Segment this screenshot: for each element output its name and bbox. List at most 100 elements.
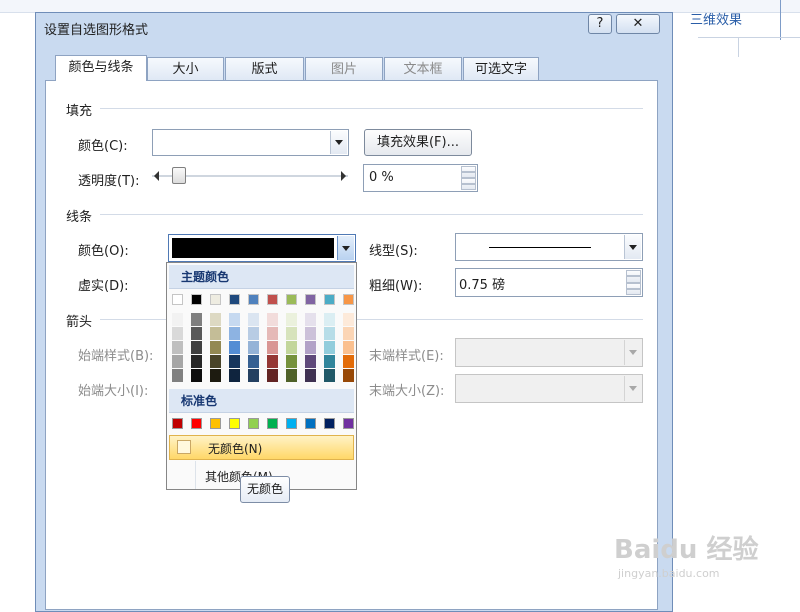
standard-color-swatch[interactable] xyxy=(305,418,316,429)
theme-shade-swatch[interactable] xyxy=(324,313,335,326)
theme-shade-swatch[interactable] xyxy=(248,313,259,326)
standard-color-swatch[interactable] xyxy=(210,418,221,429)
theme-shade-swatch[interactable] xyxy=(286,327,297,340)
theme-color-swatch[interactable] xyxy=(191,294,202,305)
theme-shade-swatch[interactable] xyxy=(210,313,221,326)
spin-up-icon[interactable] xyxy=(626,270,641,283)
theme-shade-swatch[interactable] xyxy=(172,327,183,340)
theme-shade-swatch[interactable] xyxy=(229,327,240,340)
standard-color-swatch[interactable] xyxy=(172,418,183,429)
standard-color-swatch[interactable] xyxy=(343,418,354,429)
standard-color-swatch[interactable] xyxy=(248,418,259,429)
theme-shade-swatch[interactable] xyxy=(172,355,183,368)
line-style-label: 线型(S): xyxy=(369,244,418,259)
theme-shade-swatch[interactable] xyxy=(343,327,354,340)
theme-shade-swatch[interactable] xyxy=(305,313,316,326)
theme-shade-swatch[interactable] xyxy=(343,369,354,382)
weight-spinner[interactable]: 0.75 磅 xyxy=(455,268,643,297)
theme-shade-swatch[interactable] xyxy=(210,369,221,382)
tab-colors-and-lines[interactable]: 颜色与线条 xyxy=(55,55,147,81)
theme-shade-swatch[interactable] xyxy=(191,341,202,354)
theme-shade-swatch[interactable] xyxy=(172,341,183,354)
theme-shade-swatch[interactable] xyxy=(267,313,278,326)
slider-thumb[interactable] xyxy=(172,167,186,184)
theme-shade-swatch[interactable] xyxy=(343,355,354,368)
chevron-down-icon[interactable] xyxy=(624,235,641,259)
theme-color-swatch[interactable] xyxy=(343,294,354,305)
theme-shade-swatch[interactable] xyxy=(191,355,202,368)
theme-shade-swatch[interactable] xyxy=(210,341,221,354)
theme-color-swatch[interactable] xyxy=(267,294,278,305)
theme-shade-swatch[interactable] xyxy=(267,341,278,354)
theme-shade-swatch[interactable] xyxy=(248,327,259,340)
spin-up-icon[interactable] xyxy=(461,166,476,178)
theme-color-swatch[interactable] xyxy=(172,294,183,305)
slider-left-arrow-icon[interactable] xyxy=(154,171,159,181)
theme-shade-swatch[interactable] xyxy=(324,327,335,340)
tab-layout[interactable]: 版式 xyxy=(225,57,304,82)
theme-shade-swatch[interactable] xyxy=(324,369,335,382)
theme-shade-swatch[interactable] xyxy=(210,327,221,340)
theme-shade-swatch[interactable] xyxy=(324,355,335,368)
theme-shade-swatch[interactable] xyxy=(229,313,240,326)
theme-color-swatch[interactable] xyxy=(229,294,240,305)
tab-alt-text[interactable]: 可选文字 xyxy=(463,57,539,82)
theme-color-swatch[interactable] xyxy=(305,294,316,305)
fill-color-dropdown[interactable] xyxy=(152,129,349,156)
chevron-down-icon[interactable] xyxy=(330,131,347,154)
transparency-spinner[interactable]: 0 % xyxy=(363,164,478,192)
theme-shade-swatch[interactable] xyxy=(343,313,354,326)
fill-effects-button[interactable]: 填充效果(F)... xyxy=(364,129,472,156)
theme-shade-swatch[interactable] xyxy=(229,369,240,382)
close-button[interactable]: ✕ xyxy=(616,14,660,34)
theme-color-swatch[interactable] xyxy=(210,294,221,305)
theme-shade-swatch[interactable] xyxy=(343,341,354,354)
theme-shade-swatch[interactable] xyxy=(229,355,240,368)
line-style-dropdown[interactable] xyxy=(455,233,643,261)
theme-color-swatch[interactable] xyxy=(286,294,297,305)
theme-shade-swatch[interactable] xyxy=(172,369,183,382)
standard-color-swatch[interactable] xyxy=(286,418,297,429)
standard-color-swatch[interactable] xyxy=(191,418,202,429)
theme-shade-swatch[interactable] xyxy=(286,355,297,368)
theme-shade-swatch[interactable] xyxy=(286,369,297,382)
theme-shade-swatch[interactable] xyxy=(286,341,297,354)
theme-shade-swatch[interactable] xyxy=(267,355,278,368)
theme-shade-swatch[interactable] xyxy=(191,313,202,326)
theme-shade-swatch[interactable] xyxy=(248,341,259,354)
theme-shade-swatch[interactable] xyxy=(305,369,316,382)
theme-shade-swatch[interactable] xyxy=(191,327,202,340)
theme-shade-swatch[interactable] xyxy=(324,341,335,354)
theme-shade-swatch[interactable] xyxy=(229,341,240,354)
theme-color-swatch[interactable] xyxy=(324,294,335,305)
theme-shade-swatch[interactable] xyxy=(248,369,259,382)
spin-down-icon[interactable] xyxy=(626,282,641,295)
fill-divider xyxy=(100,108,643,109)
theme-shade-swatch[interactable] xyxy=(305,355,316,368)
no-color-tooltip: 无颜色 xyxy=(240,476,290,503)
theme-shade-swatch[interactable] xyxy=(191,369,202,382)
theme-shade-swatch[interactable] xyxy=(248,355,259,368)
line-color-dropdown[interactable] xyxy=(168,234,356,262)
standard-color-swatch[interactable] xyxy=(229,418,240,429)
standard-color-swatch[interactable] xyxy=(267,418,278,429)
theme-shade-swatch[interactable] xyxy=(305,327,316,340)
theme-color-swatch[interactable] xyxy=(248,294,259,305)
spin-down-icon[interactable] xyxy=(461,178,476,190)
theme-shade-swatch[interactable] xyxy=(305,341,316,354)
tab-3d-effects[interactable]: 三维效果 xyxy=(690,10,780,32)
theme-shade-swatch[interactable] xyxy=(286,313,297,326)
transparency-slider[interactable] xyxy=(152,167,348,185)
theme-shade-swatch[interactable] xyxy=(267,369,278,382)
chevron-down-icon xyxy=(624,376,641,401)
theme-shade-swatch[interactable] xyxy=(267,327,278,340)
transparency-value: 0 % xyxy=(369,170,394,185)
help-button[interactable]: ? xyxy=(588,14,612,34)
theme-shade-swatch[interactable] xyxy=(172,313,183,326)
chevron-down-icon[interactable] xyxy=(337,236,354,260)
tab-size[interactable]: 大小 xyxy=(147,57,224,82)
slider-right-arrow-icon[interactable] xyxy=(341,171,346,181)
theme-shade-swatch[interactable] xyxy=(210,355,221,368)
no-color-option[interactable]: 无颜色(N) xyxy=(169,435,354,460)
standard-color-swatch[interactable] xyxy=(324,418,335,429)
